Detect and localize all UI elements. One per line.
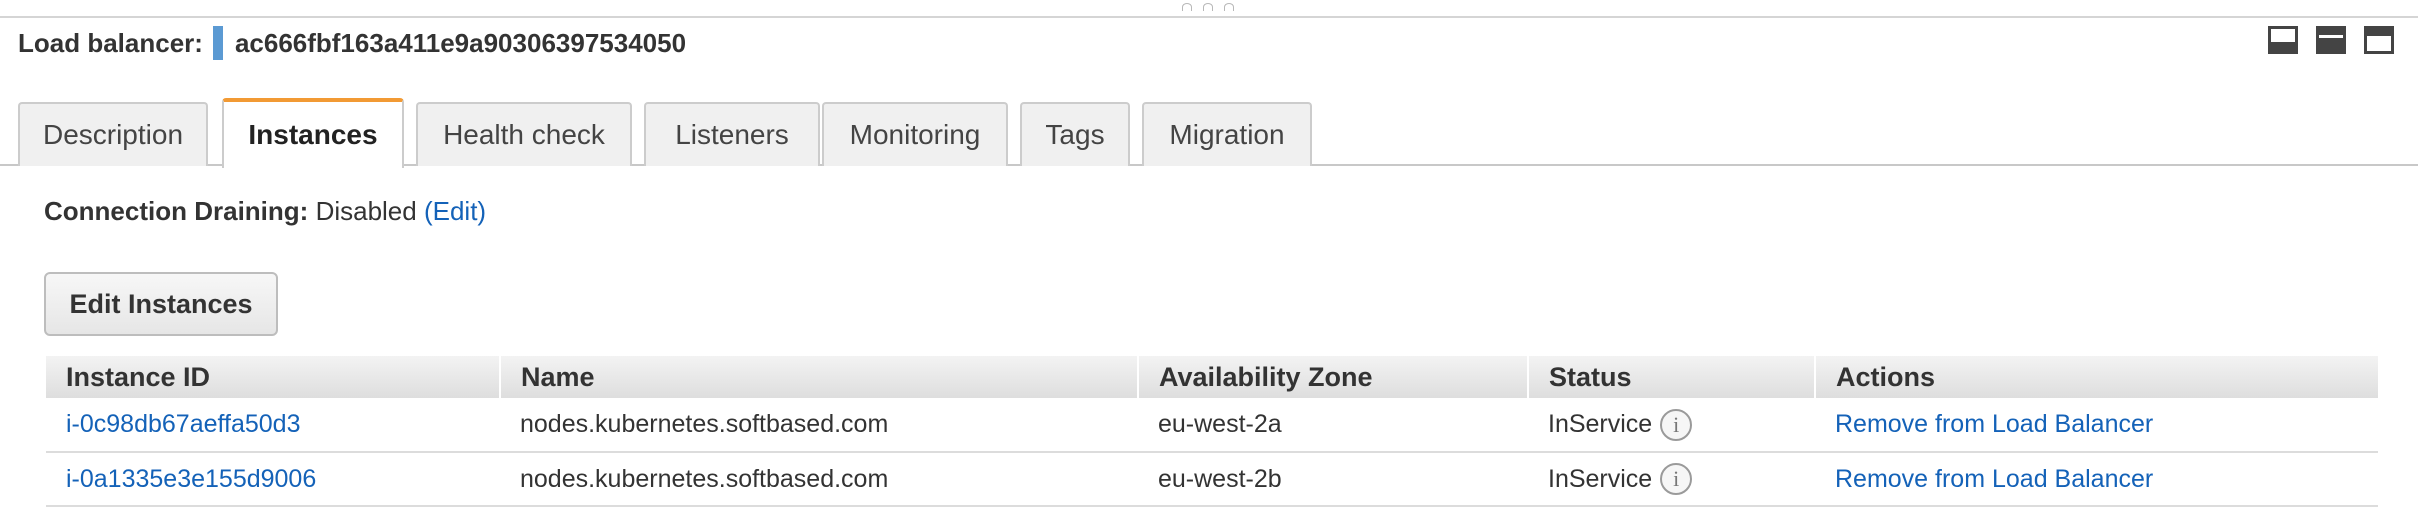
status-cell: InService i xyxy=(1528,452,1815,507)
status-wrap: InService i xyxy=(1548,408,1693,441)
tab-health-check[interactable]: Health check xyxy=(416,102,632,166)
tab-tags[interactable]: Tags xyxy=(1020,102,1130,166)
panel-layout-controls xyxy=(2268,26,2394,54)
instance-name-cell: nodes.kubernetes.softbased.com xyxy=(500,452,1138,507)
tab-listeners[interactable]: Listeners xyxy=(644,102,820,166)
table-row: i-0c98db67aeffa50d3 nodes.kubernetes.sof… xyxy=(46,398,2378,453)
status-cell: InService i xyxy=(1528,398,1815,453)
tab-bar: Description Instances Health check Liste… xyxy=(0,98,2418,168)
dock-bottom-icon[interactable] xyxy=(2268,26,2298,54)
status-wrap: InService i xyxy=(1548,463,1693,495)
actions-cell: Remove from Load Balancer xyxy=(1815,452,2378,507)
info-icon[interactable]: i xyxy=(1660,463,1693,495)
table-header-row: Instance ID Name Availability Zone Statu… xyxy=(46,356,2378,398)
instance-id-cell: i-0c98db67aeffa50d3 xyxy=(46,398,500,453)
status-text: InService xyxy=(1548,410,1653,438)
availability-zone-cell: eu-west-2b xyxy=(1138,452,1528,507)
tab-monitoring[interactable]: Monitoring xyxy=(822,102,1008,166)
status-text: InService xyxy=(1548,464,1653,493)
instance-id-cell: i-0a1335e3e155d9006 xyxy=(46,452,500,507)
column-header-actions: Actions xyxy=(1815,356,2378,398)
remove-from-load-balancer-link[interactable]: Remove from Load Balancer xyxy=(1835,465,2153,493)
load-balancer-name: ac666fbf163a411e9a90306397534050 xyxy=(234,27,687,58)
table-row: i-0a1335e3e155d9006 nodes.kubernetes.sof… xyxy=(46,452,2378,507)
tab-instances[interactable]: Instances xyxy=(222,98,404,168)
column-header-availability-zone[interactable]: Availability Zone xyxy=(1138,356,1529,398)
actions-cell: Remove from Load Balancer xyxy=(1815,398,2378,453)
panel-resize-handle[interactable] xyxy=(0,0,2418,18)
remove-from-load-balancer-link[interactable]: Remove from Load Balancer xyxy=(1835,410,2153,438)
tab-description[interactable]: Description xyxy=(18,102,208,166)
grip-icon xyxy=(1182,3,1234,11)
instances-table: Instance ID Name Availability Zone Statu… xyxy=(46,356,2378,507)
load-balancer-header: Load balancer: ac666fbf163a411e9a9030639… xyxy=(18,26,686,60)
connection-draining-label: Connection Draining: xyxy=(44,196,309,226)
selection-marker xyxy=(212,26,223,60)
connection-draining-value: Disabled xyxy=(315,196,417,226)
instance-name-cell: nodes.kubernetes.softbased.com xyxy=(500,398,1138,453)
info-icon[interactable]: i xyxy=(1660,408,1693,441)
edit-instances-button[interactable]: Edit Instances xyxy=(44,272,278,336)
load-balancer-label: Load balancer: xyxy=(18,27,203,58)
column-header-name[interactable]: Name xyxy=(500,356,1139,398)
column-header-status[interactable]: Status xyxy=(1528,356,1816,398)
availability-zone-cell: eu-west-2a xyxy=(1138,398,1528,453)
connection-draining: Connection Draining: Disabled (Edit) xyxy=(44,196,486,227)
maximize-panel-icon[interactable] xyxy=(2364,26,2394,54)
instance-id-link[interactable]: i-0c98db67aeffa50d3 xyxy=(66,410,300,438)
tab-migration[interactable]: Migration xyxy=(1142,102,1312,166)
column-header-instance-id[interactable]: Instance ID xyxy=(46,356,501,398)
instance-id-link[interactable]: i-0a1335e3e155d9006 xyxy=(66,465,316,493)
split-view-icon[interactable] xyxy=(2316,26,2346,54)
edit-connection-draining-link[interactable]: (Edit) xyxy=(424,196,486,226)
